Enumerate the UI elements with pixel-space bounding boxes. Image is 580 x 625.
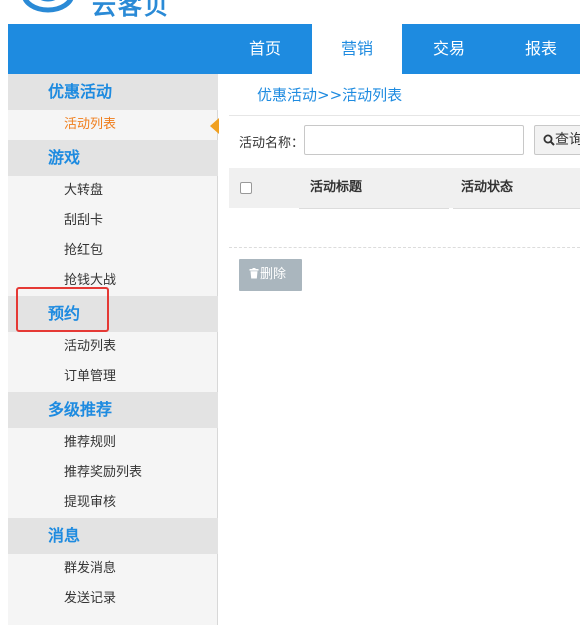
sidebar-item-broadcast[interactable]: 群发消息	[8, 554, 218, 584]
table-empty-row	[229, 247, 580, 248]
top-nav: 首页 营销 交易 报表	[8, 24, 580, 74]
sidebar-group-referral[interactable]: 多级推荐	[8, 392, 218, 428]
brand-name: 云客贝	[92, 0, 170, 20]
sidebar-item-red-packet[interactable]: 抢红包	[8, 236, 218, 266]
delete-button-label: 删除	[260, 267, 287, 282]
search-button-label: 查询	[555, 132, 580, 148]
column-underline	[453, 208, 580, 209]
column-header-status: 活动状态	[461, 180, 514, 195]
search-label: 活动名称：	[239, 136, 305, 151]
sidebar-group-games[interactable]: 游戏	[8, 140, 218, 176]
nav-tab-marketing[interactable]: 营销	[312, 24, 402, 74]
logo-icon	[22, 0, 74, 13]
column-underline	[299, 208, 449, 209]
trash-icon	[249, 268, 259, 279]
sidebar-item-big-wheel[interactable]: 大转盘	[8, 176, 218, 206]
sidebar-item-scratch-card[interactable]: 刮刮卡	[8, 206, 218, 236]
nav-tab-trade[interactable]: 交易	[404, 24, 494, 74]
sidebar: 优惠活动 活动列表 游戏 大转盘 刮刮卡 抢红包 抢钱大战 预约 活动列表 订单…	[8, 74, 219, 625]
sidebar-item-withdrawal-review[interactable]: 提现审核	[8, 488, 218, 518]
annotation-highlight-box	[16, 287, 109, 332]
breadcrumb[interactable]: 优惠活动>>活动列表	[257, 84, 402, 105]
active-indicator-arrow	[210, 118, 219, 134]
search-button[interactable]: 查询	[534, 125, 580, 155]
sidebar-item-referral-rewards[interactable]: 推荐奖励列表	[8, 458, 218, 488]
sidebar-item-booking-activity-list[interactable]: 活动列表	[8, 332, 218, 362]
search-icon	[543, 134, 555, 146]
sidebar-group-messages[interactable]: 消息	[8, 518, 218, 554]
nav-tab-reports[interactable]: 报表	[496, 24, 580, 74]
table-header: 活动标题 活动状态	[229, 168, 580, 209]
sidebar-item-order-management[interactable]: 订单管理	[8, 362, 218, 392]
sidebar-item-label: 活动列表	[64, 117, 117, 132]
sidebar-group-promotions[interactable]: 优惠活动	[8, 74, 218, 110]
sidebar-item-send-log[interactable]: 发送记录	[8, 584, 218, 614]
top-header: 云客贝	[0, 0, 580, 24]
sidebar-item-referral-rules[interactable]: 推荐规则	[8, 428, 218, 458]
activity-name-input[interactable]	[304, 125, 524, 155]
nav-tab-home[interactable]: 首页	[220, 24, 310, 74]
divider	[229, 115, 580, 116]
delete-button[interactable]: 删除	[239, 259, 302, 291]
column-header-title: 活动标题	[310, 180, 363, 195]
main-content: 优惠活动>>活动列表 活动名称： 查询 活动标题 活动状态 删除	[219, 74, 580, 625]
select-all-checkbox[interactable]	[240, 182, 252, 194]
sidebar-item-promo-activity-list[interactable]: 活动列表	[8, 110, 219, 140]
